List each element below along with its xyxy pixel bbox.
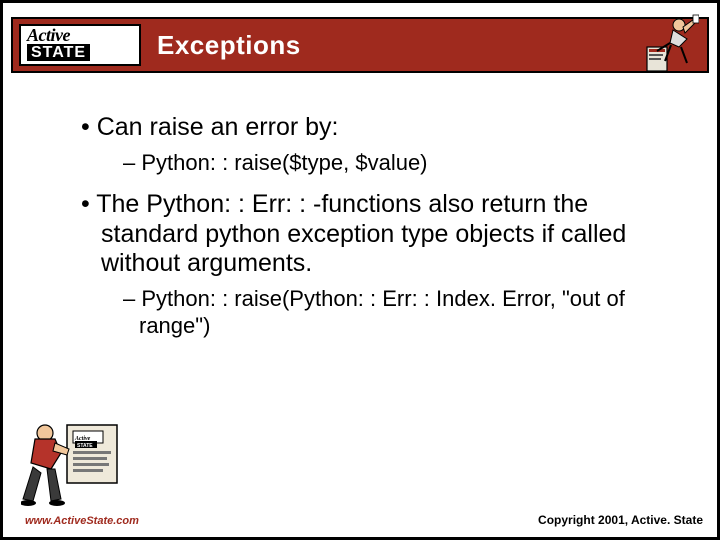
logo-text-active: Active: [27, 28, 139, 43]
footer-url: www.ActiveState.com: [25, 515, 139, 527]
bullet-level-1: The Python: : Err: : -functions also ret…: [101, 190, 677, 279]
bullet-text: Can raise an error by:: [97, 113, 339, 141]
title-bar: Active STATE Exceptions: [11, 17, 709, 73]
bullet-text: The Python: : Err: : -functions also ret…: [96, 190, 626, 277]
bullet-level-1: Can raise an error by:: [101, 113, 677, 143]
bullet-level-2: Python: : raise(Python: : Err: : Index. …: [139, 285, 677, 340]
bullet-text: Python: : raise($type, $value): [141, 150, 427, 175]
mascot-icon: [641, 13, 699, 79]
bullet-level-2: Python: : raise($type, $value): [139, 149, 677, 177]
bullet-text: Python: : raise(Python: : Err: : Index. …: [139, 286, 625, 339]
mascot-bottom-icon: Active STATE: [21, 417, 121, 507]
footer-copyright: Copyright 2001, Active. State: [538, 513, 703, 527]
slide-content: Can raise an error by: Python: : raise($…: [63, 99, 677, 340]
slide-title: Exceptions: [157, 30, 301, 61]
logo-text-state: STATE: [27, 44, 90, 62]
activestate-logo: Active STATE: [19, 24, 141, 66]
svg-text:STATE: STATE: [77, 443, 93, 449]
